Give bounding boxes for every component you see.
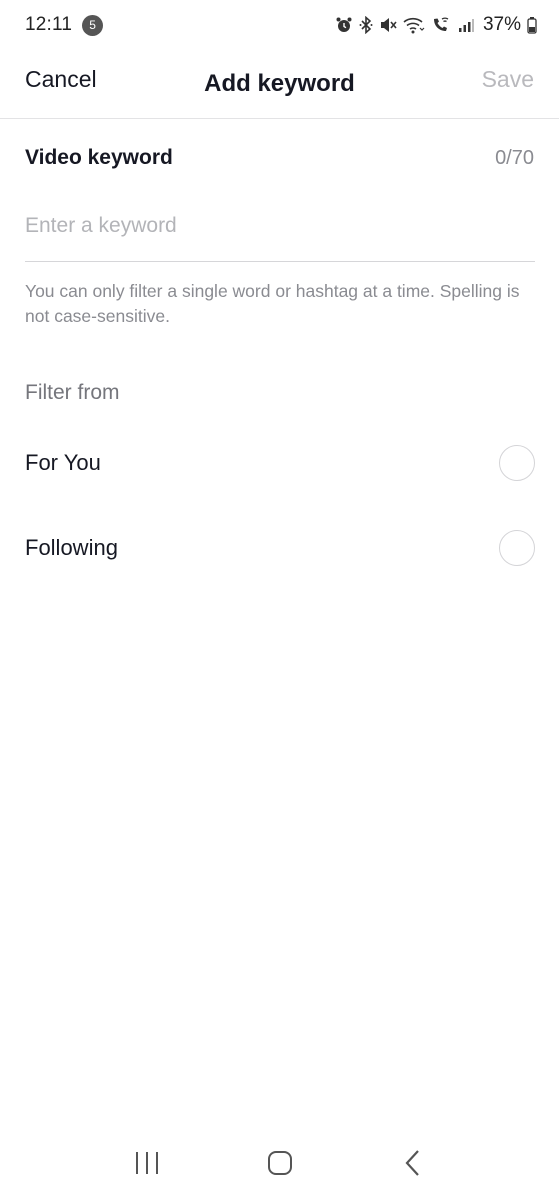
- mute-icon: [379, 16, 397, 34]
- recent-apps-button[interactable]: [117, 1134, 177, 1194]
- following-radio[interactable]: [499, 530, 535, 566]
- header-divider: [0, 118, 559, 119]
- for-you-radio[interactable]: [499, 445, 535, 481]
- keyword-input[interactable]: [25, 198, 535, 254]
- home-button[interactable]: [250, 1134, 310, 1194]
- battery-icon: [527, 16, 537, 34]
- bluetooth-icon: [359, 16, 373, 34]
- filter-from-heading: Filter from: [25, 381, 120, 404]
- keyword-char-counter: 0/70: [495, 147, 534, 169]
- keyword-input-underline: [25, 261, 535, 262]
- filter-option-for-you[interactable]: For You: [0, 433, 559, 493]
- notification-badge: 5: [82, 14, 104, 36]
- back-button[interactable]: [383, 1134, 443, 1194]
- save-button[interactable]: Save: [482, 66, 534, 93]
- screen: 12:11 5 37% Cancel Add keyword Save Vide…: [0, 0, 559, 1200]
- wifi-icon: [403, 16, 425, 34]
- status-left: 12:11 5: [25, 14, 104, 36]
- battery-percent: 37%: [482, 14, 521, 35]
- back-icon: [403, 1149, 423, 1180]
- system-nav-bar: [0, 1128, 559, 1200]
- alarm-icon: [335, 16, 353, 34]
- keyword-hint: You can only filter a single word or has…: [25, 281, 520, 326]
- filter-option-label: For You: [25, 450, 101, 475]
- filter-option-following[interactable]: Following: [0, 518, 559, 578]
- signal-icon: [457, 16, 475, 34]
- status-bar: 12:11 5 37%: [0, 0, 559, 50]
- home-icon: [266, 1149, 294, 1180]
- page-title: Add keyword: [204, 70, 355, 97]
- wifi-calling-icon: [431, 16, 451, 34]
- cancel-button[interactable]: Cancel: [25, 66, 97, 93]
- status-right: 37%: [335, 14, 537, 36]
- recent-apps-icon: [134, 1150, 160, 1179]
- filter-option-label: Following: [25, 535, 118, 560]
- keyword-label: Video keyword: [25, 146, 173, 169]
- top-bar: Cancel Add keyword Save: [0, 50, 559, 118]
- status-time: 12:11: [25, 14, 73, 35]
